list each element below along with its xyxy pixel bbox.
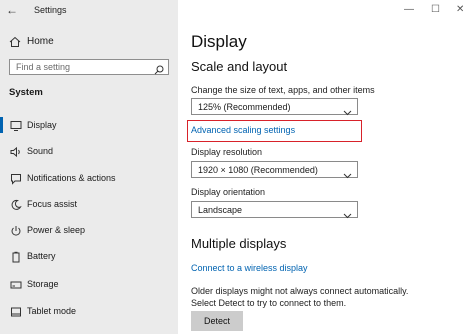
sidebar-item-label: Notifications & actions [27, 173, 116, 183]
sidebar-item-label: Power & sleep [27, 225, 86, 235]
sidebar-item-label: Focus assist [27, 199, 78, 209]
detect-button[interactable]: Detect [191, 311, 243, 331]
sidebar-item-display[interactable]: Display [0, 115, 178, 135]
older-displays-text: Older displays might not always connect … [191, 286, 409, 308]
notification-icon [10, 172, 22, 185]
sidebar-item-label: Tablet mode [27, 306, 77, 316]
power-icon [10, 224, 22, 236]
section-label-system: System [9, 87, 43, 98]
sidebar-item-battery[interactable]: Battery [0, 246, 178, 266]
orientation-dropdown[interactable]: Landscape [191, 201, 358, 219]
minimize-icon[interactable]: — [404, 4, 414, 15]
moon-icon [10, 198, 22, 210]
scale-dropdown[interactable]: 125% (Recommended) [191, 98, 358, 116]
maximize-icon[interactable]: ☐ [431, 4, 440, 15]
home-icon [9, 35, 21, 53]
resolution-dropdown[interactable]: 1920 × 1080 (Recommended) [191, 161, 358, 179]
speaker-icon [10, 145, 22, 158]
sidebar-item-power-sleep[interactable]: Power & sleep [0, 220, 178, 240]
sidebar-item-storage[interactable]: Storage [0, 274, 178, 294]
advanced-scaling-link[interactable]: Advanced scaling settings [191, 125, 295, 135]
close-icon[interactable]: ✕ [456, 4, 464, 15]
sidebar-item-tablet-mode[interactable]: Tablet mode [0, 301, 178, 321]
title-bar: ← Settings — ☐ ✕ [0, 0, 474, 22]
orientation-label: Display orientation [191, 187, 266, 197]
back-arrow-icon[interactable]: ← [6, 3, 18, 17]
resolution-label: Display resolution [191, 147, 263, 157]
sidebar: Home Find a setting System Display Sound… [0, 22, 178, 334]
window-title: Settings [34, 5, 67, 15]
search-input[interactable]: Find a setting [9, 59, 169, 75]
orientation-dropdown-value: Landscape [198, 205, 243, 215]
search-icon[interactable] [154, 62, 164, 80]
sidebar-home[interactable]: Home [0, 34, 178, 52]
search-placeholder: Find a setting [16, 62, 71, 72]
chevron-down-icon [343, 103, 352, 121]
sidebar-item-focus-assist[interactable]: Focus assist [0, 194, 178, 214]
page-title: Display [191, 32, 247, 51]
resolution-dropdown-value: 1920 × 1080 (Recommended) [198, 165, 318, 175]
tablet-icon [10, 305, 22, 317]
battery-icon [10, 250, 22, 263]
chevron-down-icon [343, 206, 352, 224]
section-heading-multiple-displays: Multiple displays [191, 236, 287, 251]
main-content: Display Scale and layout Change the size… [178, 22, 474, 334]
sidebar-item-label: Sound [27, 146, 54, 156]
sidebar-item-sound[interactable]: Sound [0, 141, 178, 161]
scale-label: Change the size of text, apps, and other… [191, 85, 375, 95]
sidebar-item-label: Battery [27, 251, 56, 261]
monitor-icon [10, 119, 22, 131]
sidebar-item-notifications[interactable]: Notifications & actions [0, 168, 178, 188]
storage-icon [10, 278, 22, 290]
home-label: Home [27, 36, 54, 47]
sidebar-item-label: Storage [27, 279, 59, 289]
scale-dropdown-value: 125% (Recommended) [198, 102, 291, 112]
title-bar-left: ← Settings [0, 0, 178, 22]
section-heading-scale: Scale and layout [191, 59, 288, 74]
wireless-display-link[interactable]: Connect to a wireless display [191, 263, 308, 273]
active-indicator [0, 117, 3, 133]
chevron-down-icon [343, 166, 352, 184]
sidebar-item-label: Display [27, 120, 57, 130]
